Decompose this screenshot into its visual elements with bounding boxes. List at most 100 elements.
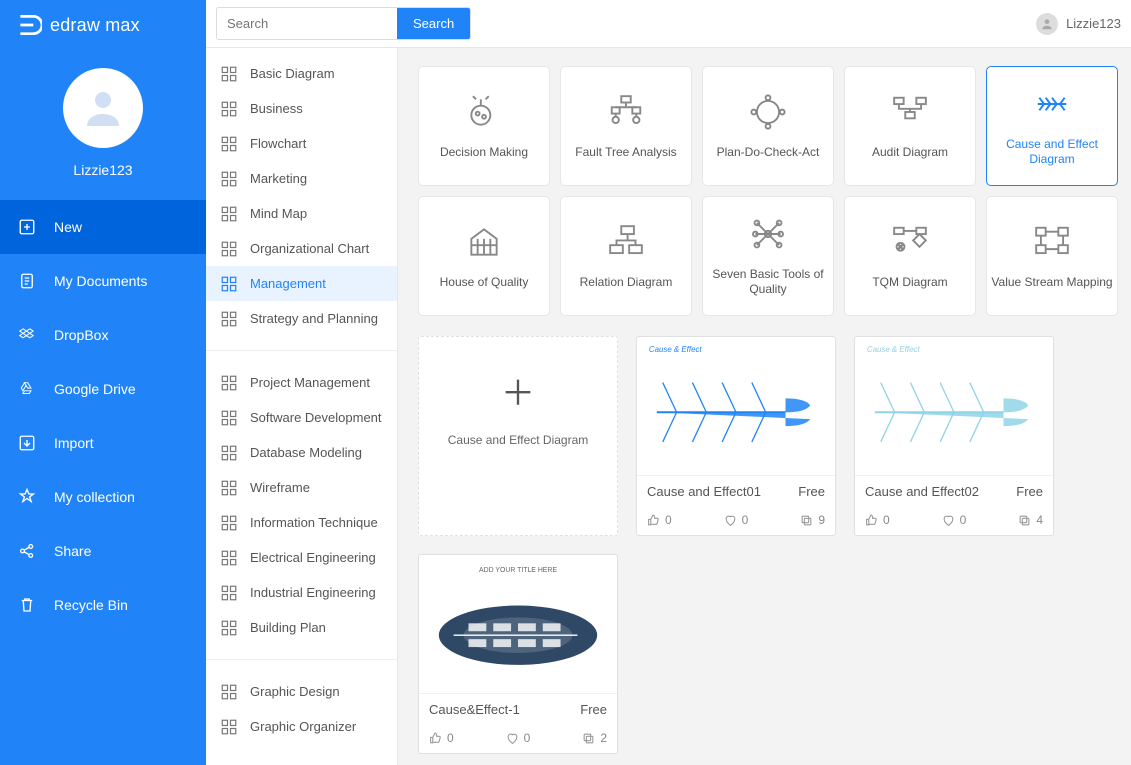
gear-duo-icon [220,275,238,293]
trend-icon [220,310,238,328]
category-label: Management [250,276,326,291]
briefcase-icon [220,100,238,118]
template-blank[interactable]: ＋Cause and Effect Diagram [418,336,618,536]
category-label: Organizational Chart [250,241,369,256]
category-graphic-design[interactable]: Graphic Design [206,674,397,709]
category-software-development[interactable]: Software Development [206,400,397,435]
app-logo[interactable]: edraw max [0,0,206,50]
chart-icon [220,170,238,188]
like-count[interactable]: 0 [647,513,672,527]
gantt-icon [220,374,238,392]
category-organizational-chart[interactable]: Organizational Chart [206,231,397,266]
tile-label: Relation Diagram [580,275,673,290]
building-icon [220,619,238,637]
template-card[interactable]: Cause & Effect Cause and Effect01 Free 0… [636,336,836,536]
diagram-tile-house-of-quality[interactable]: House of Quality [418,196,550,316]
copy-count[interactable]: 4 [1018,513,1043,527]
diagram-tile-plan-do-check-act[interactable]: Plan-Do-Check-Act [702,66,834,186]
db-icon [220,444,238,462]
template-price: Free [798,484,825,499]
plus-icon: ＋ [501,366,535,415]
search-input[interactable] [217,8,397,39]
fav-count[interactable]: 0 [506,731,531,745]
diagram-tile-audit-diagram[interactable]: Audit Diagram [844,66,976,186]
category-label: Marketing [250,171,307,186]
copy-count[interactable]: 9 [800,513,825,527]
sidebar-item-share[interactable]: Share [0,524,206,578]
like-count[interactable]: 0 [429,731,454,745]
diagram-tile-tqm-diagram[interactable]: TQM Diagram [844,196,976,316]
nav-label: Recycle Bin [54,597,128,613]
category-management[interactable]: Management [206,266,397,301]
category-industrial-engineering[interactable]: Industrial Engineering [206,575,397,610]
sidebar-item-my-collection[interactable]: My collection [0,470,206,524]
wave-icon [220,549,238,567]
nav-label: New [54,219,82,235]
category-label: Flowchart [250,136,306,151]
tile-label: Seven Basic Tools of Quality [707,267,829,297]
svg-text:ADD YOUR TITLE HERE: ADD YOUR TITLE HERE [479,567,557,574]
fav-count[interactable]: 0 [942,513,967,527]
template-price: Free [580,702,607,717]
sidebar-item-my-documents[interactable]: My Documents [0,254,206,308]
diagram-tile-decision-making[interactable]: Decision Making [418,66,550,186]
vsm-icon [1030,223,1074,261]
copy-icon [800,514,813,527]
category-label: Project Management [250,375,370,390]
search-button[interactable]: Search [397,8,470,39]
org-icon [220,240,238,258]
diagram-tile-fault-tree-analysis[interactable]: Fault Tree Analysis [560,66,692,186]
category-mind-map[interactable]: Mind Map [206,196,397,231]
category-basic-diagram[interactable]: Basic Diagram [206,56,397,91]
category-label: Wireframe [250,480,310,495]
category-label: Industrial Engineering [250,585,376,600]
diagram-tile-value-stream-mapping[interactable]: Value Stream Mapping [986,196,1118,316]
tile-label: House of Quality [440,275,529,290]
avatar[interactable] [63,68,143,148]
sidebar-item-new[interactable]: New [0,200,206,254]
fishbone-thumb: ADD YOUR TITLE HERE [419,556,617,693]
plus-square-icon [18,218,36,236]
fishbone-thumb: Cause & Effect [637,338,835,475]
category-wireframe[interactable]: Wireframe [206,470,397,505]
category-business[interactable]: Business [206,91,397,126]
palette-icon [220,683,238,701]
head-gears-icon [462,93,506,131]
template-name: Cause and Effect01 [647,484,761,499]
category-graphic-organizer[interactable]: Graphic Organizer [206,709,397,744]
fav-count[interactable]: 0 [724,513,749,527]
trash-icon [18,596,36,614]
category-project-management[interactable]: Project Management [206,365,397,400]
template-card[interactable]: ADD YOUR TITLE HERE Cause&Effect-1 Free … [418,554,618,754]
category-database-modeling[interactable]: Database Modeling [206,435,397,470]
copy-icon [1018,514,1031,527]
template-price: Free [1016,484,1043,499]
nav-label: Share [54,543,91,559]
category-electrical-engineering[interactable]: Electrical Engineering [206,540,397,575]
nav-label: Google Drive [54,381,136,397]
diagram-tile-cause-and-effect-diagram[interactable]: Cause and Effect Diagram [986,66,1118,186]
diagram-tile-seven-basic-tools-of-quality[interactable]: Seven Basic Tools of Quality [702,196,834,316]
nav-label: My collection [54,489,135,505]
copy-count[interactable]: 2 [582,731,607,745]
user-icon [79,84,127,132]
category-label: Building Plan [250,620,326,635]
sidebar: edraw max Lizzie123 NewMy DocumentsDropB… [0,0,206,765]
category-building-plan[interactable]: Building Plan [206,610,397,645]
category-strategy-and-planning[interactable]: Strategy and Planning [206,301,397,336]
sidebar-item-import[interactable]: Import [0,416,206,470]
sidebar-item-dropbox[interactable]: DropBox [0,308,206,362]
template-card[interactable]: Cause & Effect Cause and Effect02 Free 0… [854,336,1054,536]
dropbox-icon [18,326,36,344]
tree-icon [220,409,238,427]
tqm-icon [888,223,932,261]
header-user[interactable]: Lizzie123 [1036,13,1121,35]
category-flowchart[interactable]: Flowchart [206,126,397,161]
sidebar-item-google-drive[interactable]: Google Drive [0,362,206,416]
diagram-tile-relation-diagram[interactable]: Relation Diagram [560,196,692,316]
like-count[interactable]: 0 [865,513,890,527]
star-icon [18,488,36,506]
category-information-technique[interactable]: Information Technique [206,505,397,540]
category-marketing[interactable]: Marketing [206,161,397,196]
sidebar-item-recycle-bin[interactable]: Recycle Bin [0,578,206,632]
